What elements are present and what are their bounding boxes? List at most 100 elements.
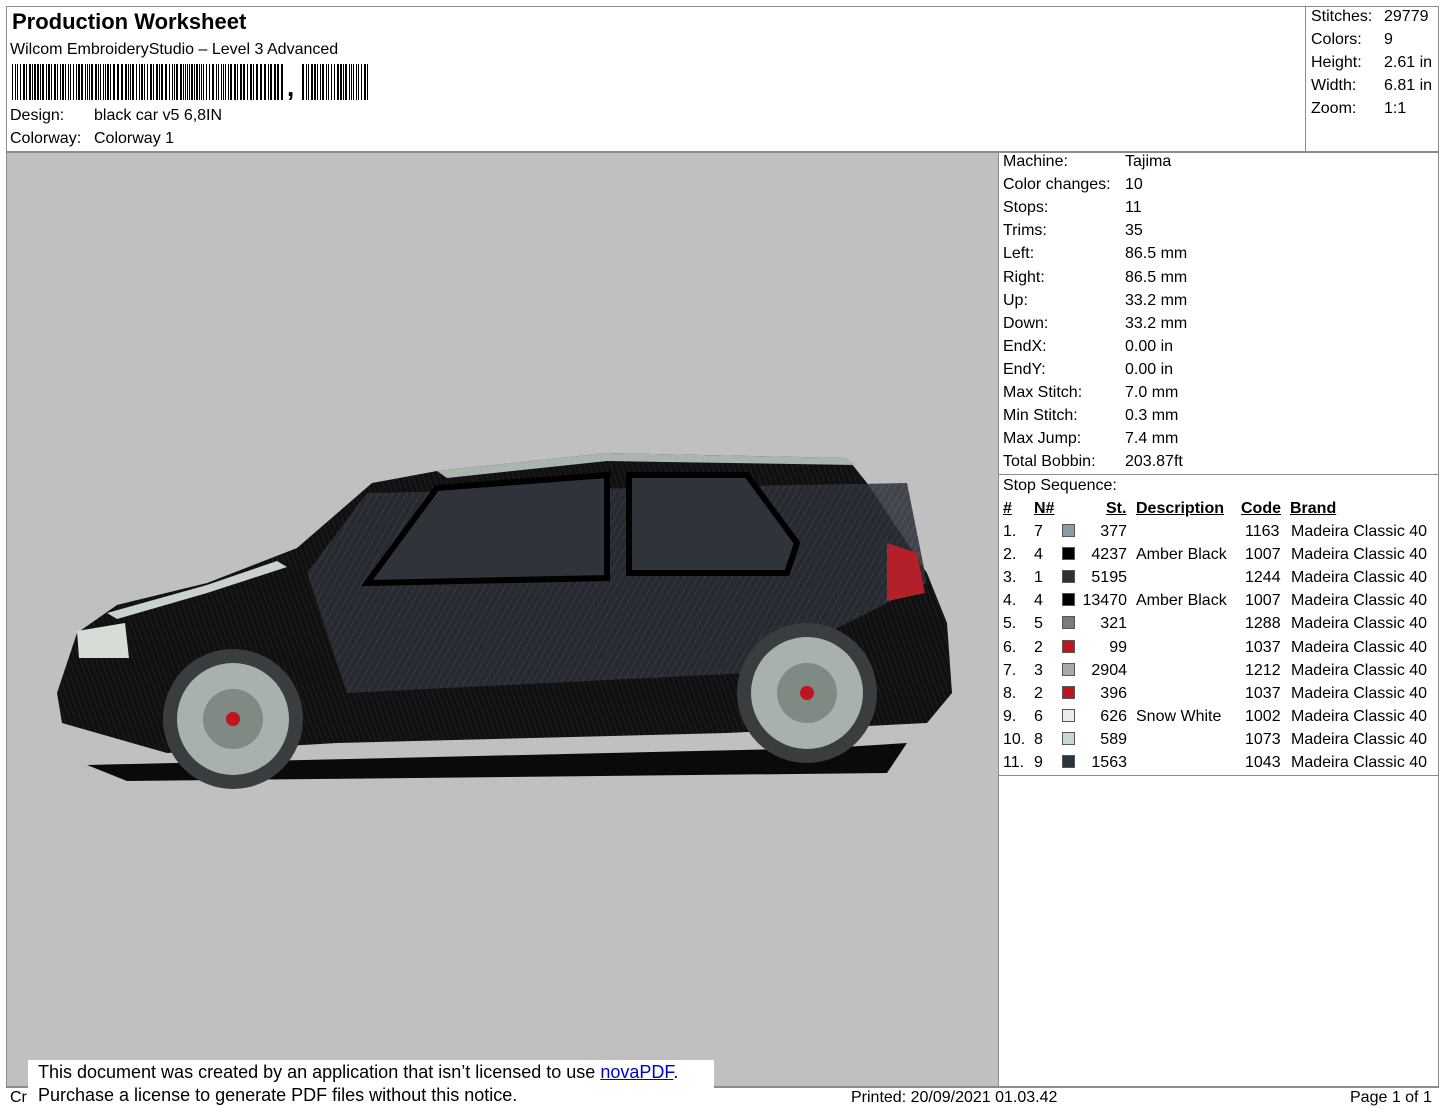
row-needle: 2 <box>1034 684 1043 702</box>
color-swatch <box>1062 755 1075 768</box>
row-brand: Madeira Classic 40 <box>1291 684 1428 702</box>
machine-info-value: 10 <box>1125 176 1143 194</box>
row-needle: 4 <box>1034 592 1043 610</box>
stat-value: 1:1 <box>1384 100 1407 117</box>
row-needle: 9 <box>1034 754 1043 771</box>
machine-info-label: Stops: <box>1003 199 1049 217</box>
machine-info-label: Min Stitch: <box>1003 407 1078 425</box>
notice-period: . <box>673 1062 679 1082</box>
stat-value: 6.81 in <box>1384 77 1433 94</box>
stat-value: 9 <box>1384 31 1393 48</box>
row-stitches: 589 <box>1100 730 1127 748</box>
row-needle: 1 <box>1034 569 1043 587</box>
row-number: 5. <box>1003 615 1017 633</box>
machine-info-value: Tajima <box>1125 153 1172 170</box>
row-stitches: 626 <box>1100 707 1127 725</box>
color-swatch <box>1062 570 1075 584</box>
novapdf-link[interactable]: novaPDF <box>600 1062 673 1082</box>
row-stitches: 321 <box>1100 615 1127 633</box>
row-brand: Madeira Classic 40 <box>1291 523 1428 540</box>
colorway-label: Colorway: <box>10 130 82 147</box>
barcode-suffix: , <box>287 72 295 102</box>
row-stitches: 377 <box>1100 523 1127 540</box>
machine-info-label: EndX: <box>1003 337 1047 355</box>
col-header-code: Code <box>1241 500 1281 517</box>
row-code: 1288 <box>1245 615 1281 633</box>
license-notice: This document was created by an applicat… <box>28 1060 714 1112</box>
notice-text-1: This document was created by an applicat… <box>38 1062 601 1082</box>
col-header-needle: N# <box>1034 500 1055 517</box>
car-embroidery-image <box>57 453 952 789</box>
row-code: 1163 <box>1245 523 1280 540</box>
row-brand: Madeira Classic 40 <box>1291 638 1428 656</box>
col-header-num: # <box>1003 500 1012 517</box>
stat-value: 2.61 in <box>1384 54 1433 71</box>
row-number: 8. <box>1003 684 1017 702</box>
page-number: Page 1 of 1 <box>1350 1089 1432 1106</box>
row-code: 1043 <box>1245 754 1281 771</box>
notice-line-2: Purchase a license to generate PDF files… <box>38 1085 518 1105</box>
machine-info-value: 7.4 mm <box>1125 430 1179 448</box>
row-description: Snow White <box>1136 707 1222 725</box>
stat-label: Stitches: <box>1311 8 1373 25</box>
machine-info-value: 0.3 mm <box>1125 407 1179 425</box>
row-stitches: 2904 <box>1091 661 1127 679</box>
machine-info-label: Left: <box>1003 245 1035 263</box>
header-divider <box>1305 6 1306 152</box>
row-number: 6. <box>1003 638 1017 656</box>
color-swatch <box>1062 662 1075 676</box>
row-needle: 3 <box>1034 661 1043 679</box>
stat-label: Zoom: <box>1311 100 1357 117</box>
machine-info-label: Up: <box>1003 291 1028 309</box>
row-stitches: 4237 <box>1091 546 1127 564</box>
row-stitches: 1563 <box>1091 754 1127 771</box>
stop-sequence-title: Stop Sequence: <box>1003 477 1117 494</box>
machine-info-label: Total Bobbin: <box>1003 453 1096 471</box>
panel-divider-2 <box>999 775 1439 776</box>
row-needle: 6 <box>1034 707 1043 725</box>
row-brand: Madeira Classic 40 <box>1291 569 1428 587</box>
machine-info-value: 33.2 mm <box>1125 314 1188 332</box>
row-brand: Madeira Classic 40 <box>1291 546 1428 564</box>
machine-info-value: 11 <box>1125 199 1142 217</box>
row-code: 1037 <box>1245 638 1281 656</box>
row-brand: Madeira Classic 40 <box>1291 754 1428 771</box>
rear-wheel <box>737 623 877 763</box>
notice-line-1: This document was created by an applicat… <box>38 1061 714 1084</box>
barcode-image <box>12 64 368 100</box>
machine-info-value: 35 <box>1125 222 1143 240</box>
row-number: 10. <box>1003 730 1026 748</box>
row-number: 4. <box>1003 592 1017 610</box>
printed-date: Printed: 20/09/2021 01.03.42 <box>851 1089 1058 1106</box>
row-stitches: 99 <box>1109 638 1127 656</box>
row-needle: 2 <box>1034 638 1043 656</box>
footer-left: Cr <box>10 1089 27 1106</box>
machine-info-value: 0.00 in <box>1125 360 1174 378</box>
colorway-value: Colorway 1 <box>94 130 175 147</box>
row-code: 1007 <box>1245 592 1281 610</box>
row-code: 1007 <box>1245 546 1281 564</box>
color-swatch <box>1062 639 1075 653</box>
color-swatch <box>1062 524 1075 537</box>
color-swatch <box>1062 593 1075 607</box>
color-swatch <box>1062 708 1075 722</box>
row-stitches: 13470 <box>1082 592 1128 610</box>
col-header-stitches: St. <box>1106 500 1127 517</box>
row-brand: Madeira Classic 40 <box>1291 707 1428 725</box>
machine-info-label: Max Jump: <box>1003 430 1082 448</box>
color-swatch <box>1062 616 1075 630</box>
stat-label: Height: <box>1311 54 1362 71</box>
machine-info-label: Down: <box>1003 314 1049 332</box>
page-title: Production Worksheet <box>12 9 247 34</box>
row-brand: Madeira Classic 40 <box>1291 661 1428 679</box>
machine-info-value: 7.0 mm <box>1125 384 1179 401</box>
row-number: 11. <box>1003 754 1025 771</box>
row-needle: 5 <box>1034 615 1043 633</box>
row-number: 1. <box>1003 523 1017 540</box>
color-swatch <box>1062 685 1075 699</box>
row-code: 1002 <box>1245 707 1281 725</box>
row-number: 7. <box>1003 661 1017 679</box>
machine-info-label: Machine: <box>1003 153 1068 170</box>
machine-info-label: Right: <box>1003 268 1045 286</box>
machine-info-label: EndY: <box>1003 360 1046 378</box>
